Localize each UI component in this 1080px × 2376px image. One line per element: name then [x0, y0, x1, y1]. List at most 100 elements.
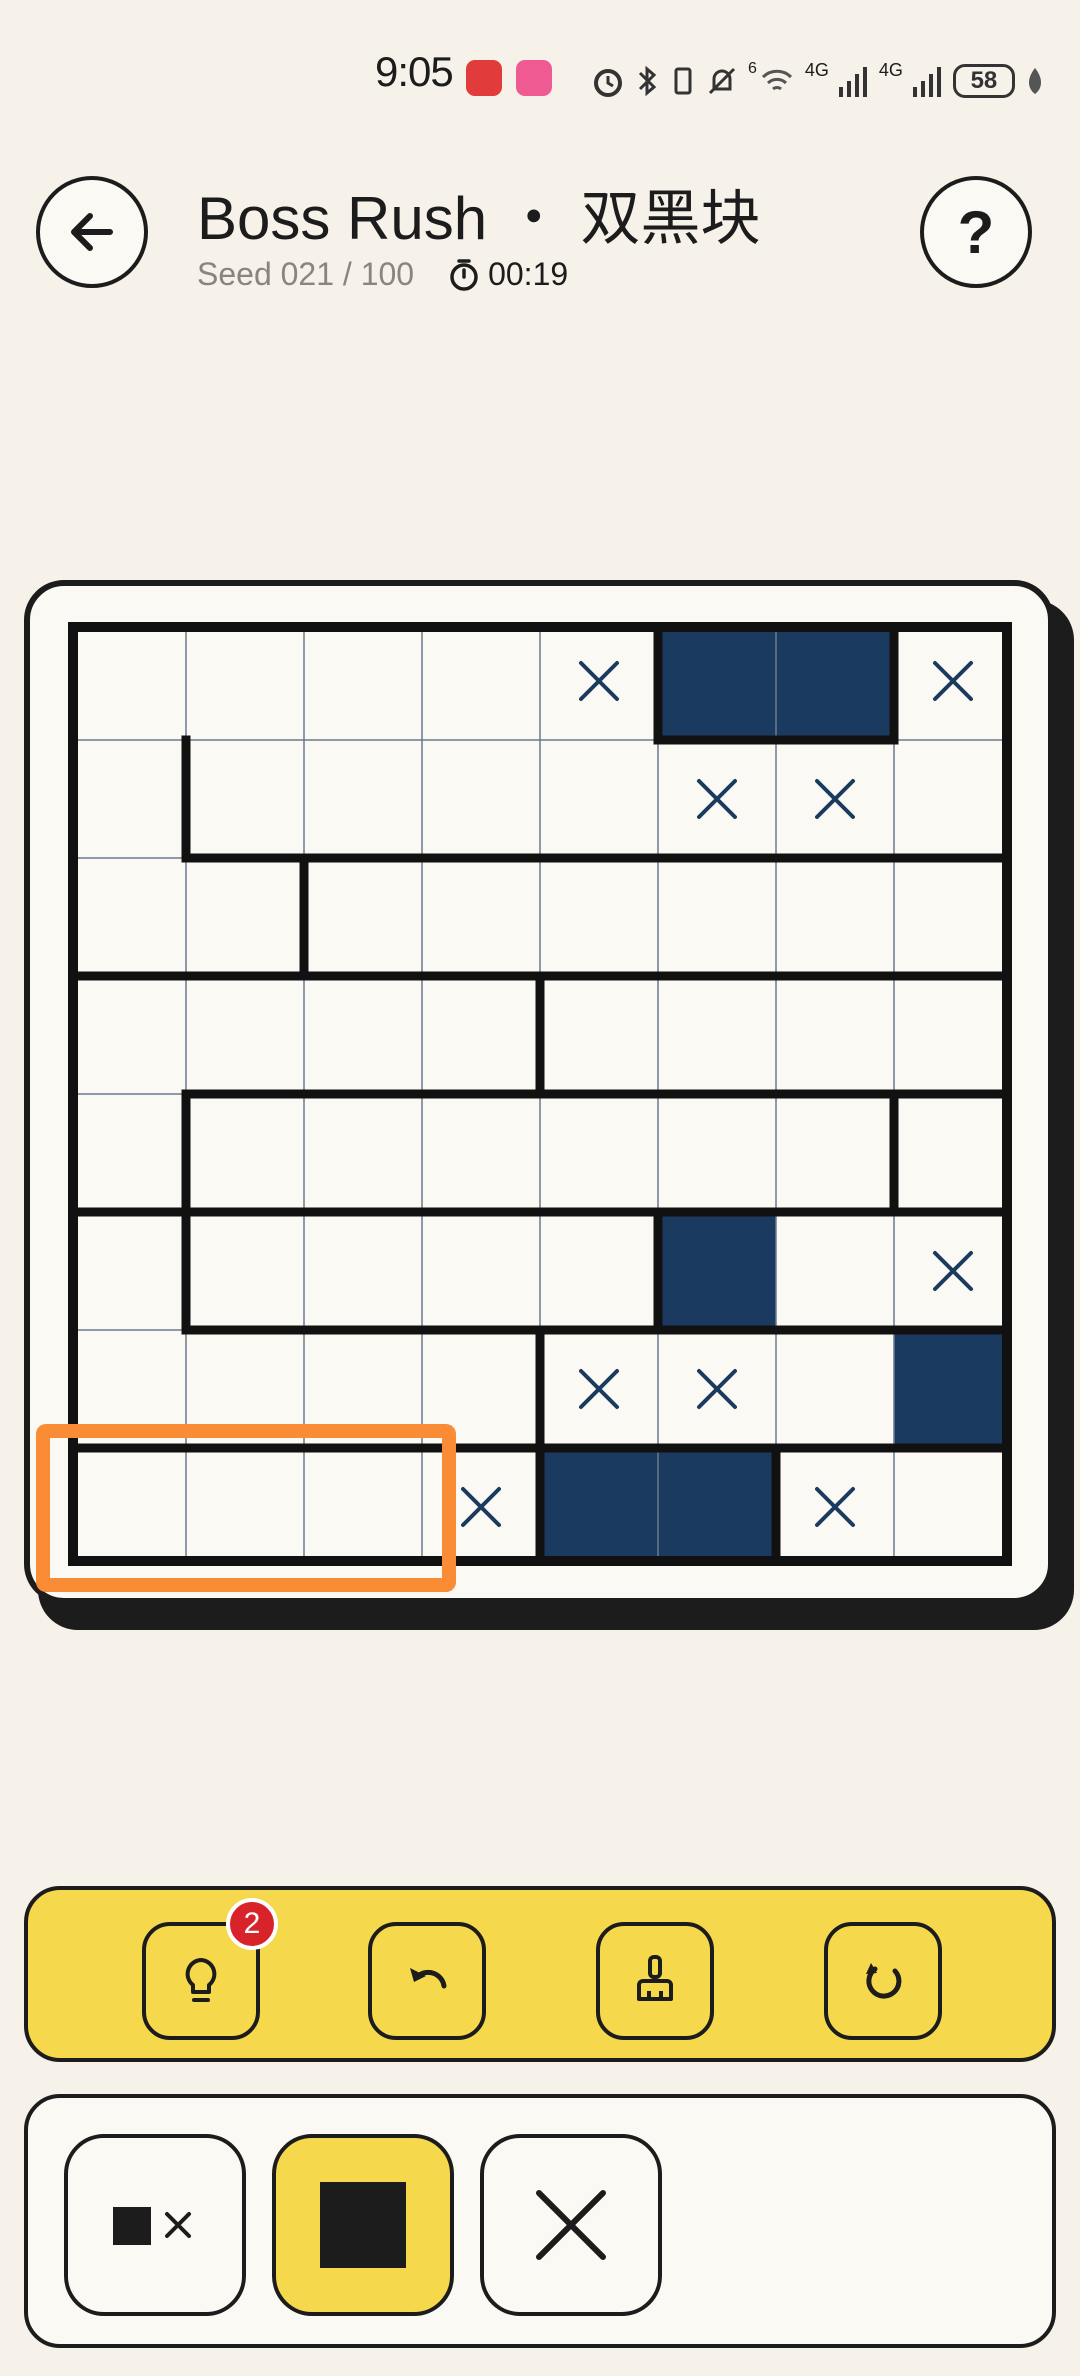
grid-cell[interactable] — [304, 858, 422, 976]
timer: 00:19 — [448, 256, 568, 293]
grid-cell[interactable] — [304, 1212, 422, 1330]
grid-cell[interactable] — [776, 1094, 894, 1212]
arrow-left-icon — [71, 213, 113, 251]
cross-mark-icon — [815, 779, 855, 819]
grid-cell[interactable] — [422, 976, 540, 1094]
grid-cell-crossed[interactable] — [776, 740, 894, 858]
grid-cell-filled[interactable] — [658, 1212, 776, 1330]
status-bar: 9:05 6 4G 4G 58 — [0, 40, 1080, 120]
fill-icon — [320, 2182, 406, 2268]
cross-mark-icon — [579, 1369, 619, 1409]
cross-mark-icon — [697, 1369, 737, 1409]
network-label: 4G — [878, 60, 903, 80]
question-mark-icon: ? — [957, 198, 995, 266]
grid-cell-crossed[interactable] — [540, 622, 658, 740]
grid-cell[interactable] — [658, 1094, 776, 1212]
alarm-icon — [594, 69, 622, 97]
status-icons: 6 4G 4G 58 — [590, 60, 1045, 102]
fill-and-cross-icon — [113, 2207, 191, 2245]
help-button[interactable]: ? — [920, 176, 1032, 288]
page-title: Boss Rush ・ 双黑块 — [197, 185, 761, 252]
grid-cell[interactable] — [540, 1212, 658, 1330]
grid-cell[interactable] — [68, 1094, 186, 1212]
cross-mark-icon — [697, 779, 737, 819]
highlighted-region — [36, 1424, 456, 1592]
grid-cell[interactable] — [776, 1212, 894, 1330]
cross-icon — [536, 2190, 606, 2260]
grid-cell[interactable] — [304, 976, 422, 1094]
cross-mark-icon — [933, 661, 973, 701]
back-button[interactable] — [36, 176, 148, 288]
grid-cell[interactable] — [68, 858, 186, 976]
grid-cell[interactable] — [776, 976, 894, 1094]
grid-cell[interactable] — [894, 1448, 1012, 1566]
grid-cell[interactable] — [422, 858, 540, 976]
hint-count-badge: 2 — [226, 1898, 278, 1950]
seed-label: Seed 021 / 100 — [197, 256, 415, 292]
status-time: 9:05 — [375, 48, 454, 95]
undo-button[interactable] — [368, 1922, 486, 2040]
stopwatch-icon — [450, 258, 478, 291]
grid-cell[interactable] — [422, 622, 540, 740]
app-notification-icon — [516, 60, 552, 96]
grid-cell[interactable] — [304, 622, 422, 740]
grid-cell-filled[interactable] — [658, 1448, 776, 1566]
grid-cell[interactable] — [68, 976, 186, 1094]
cross-mark-icon — [461, 1487, 501, 1527]
grid-cell-crossed[interactable] — [894, 1212, 1012, 1330]
grid-cell-filled[interactable] — [776, 622, 894, 740]
grid-cell-crossed[interactable] — [658, 740, 776, 858]
grid-cell[interactable] — [186, 976, 304, 1094]
grid-cell[interactable] — [68, 740, 186, 858]
grid-cell-filled[interactable] — [658, 622, 776, 740]
grid-cell[interactable] — [540, 976, 658, 1094]
network-label: 4G — [804, 60, 829, 80]
cross-mode-button[interactable] — [480, 2134, 662, 2316]
grid-cell-crossed[interactable] — [540, 1330, 658, 1448]
grid-cell[interactable] — [540, 1094, 658, 1212]
restart-button[interactable] — [824, 1922, 942, 2040]
cross-mark-icon — [933, 1251, 973, 1291]
grid-cell[interactable] — [68, 622, 186, 740]
grid-cell-crossed[interactable] — [658, 1330, 776, 1448]
timer-value: 00:19 — [488, 256, 569, 292]
grid-cell[interactable] — [68, 1212, 186, 1330]
grid-cell[interactable] — [894, 740, 1012, 858]
vibrate-icon — [674, 67, 692, 95]
grid-cell[interactable] — [186, 1094, 304, 1212]
grid-cell[interactable] — [894, 1094, 1012, 1212]
grid-cell[interactable] — [304, 1094, 422, 1212]
grid-cell[interactable] — [186, 622, 304, 740]
grid-cell[interactable] — [894, 976, 1012, 1094]
battery-indicator: 58 — [952, 64, 1015, 98]
grid-cell[interactable] — [658, 858, 776, 976]
undo-icon — [410, 1968, 447, 1989]
fill-mode-button[interactable] — [272, 2134, 454, 2316]
mode-selector — [24, 2094, 1056, 2348]
grid-cell[interactable] — [186, 1212, 304, 1330]
grid-cell-crossed[interactable] — [894, 622, 1012, 740]
grid-cell[interactable] — [186, 858, 304, 976]
grid-cell[interactable] — [894, 858, 1012, 976]
action-toolbar: 2 — [24, 1886, 1056, 2062]
fill-and-cross-mode-button[interactable] — [64, 2134, 246, 2316]
grid-cell[interactable] — [422, 740, 540, 858]
cross-mark-icon — [815, 1487, 855, 1527]
restart-icon — [866, 1963, 902, 1999]
cross-mark-icon — [579, 661, 619, 701]
grid-cell[interactable] — [422, 1094, 540, 1212]
grid-cell[interactable] — [540, 858, 658, 976]
grid-cell[interactable] — [776, 1330, 894, 1448]
grid-cell[interactable] — [304, 740, 422, 858]
grid-cell[interactable] — [186, 740, 304, 858]
grid-cell[interactable] — [776, 858, 894, 976]
grid-cell[interactable] — [540, 740, 658, 858]
clear-button[interactable] — [596, 1922, 714, 2040]
grid-cell-crossed[interactable] — [776, 1448, 894, 1566]
grid-cell-filled[interactable] — [540, 1448, 658, 1566]
hint-button[interactable]: 2 — [142, 1898, 278, 2040]
grid-cell[interactable] — [422, 1212, 540, 1330]
grid-cell[interactable] — [658, 976, 776, 1094]
signal-icon — [912, 67, 941, 97]
grid-cell-filled[interactable] — [894, 1330, 1012, 1448]
